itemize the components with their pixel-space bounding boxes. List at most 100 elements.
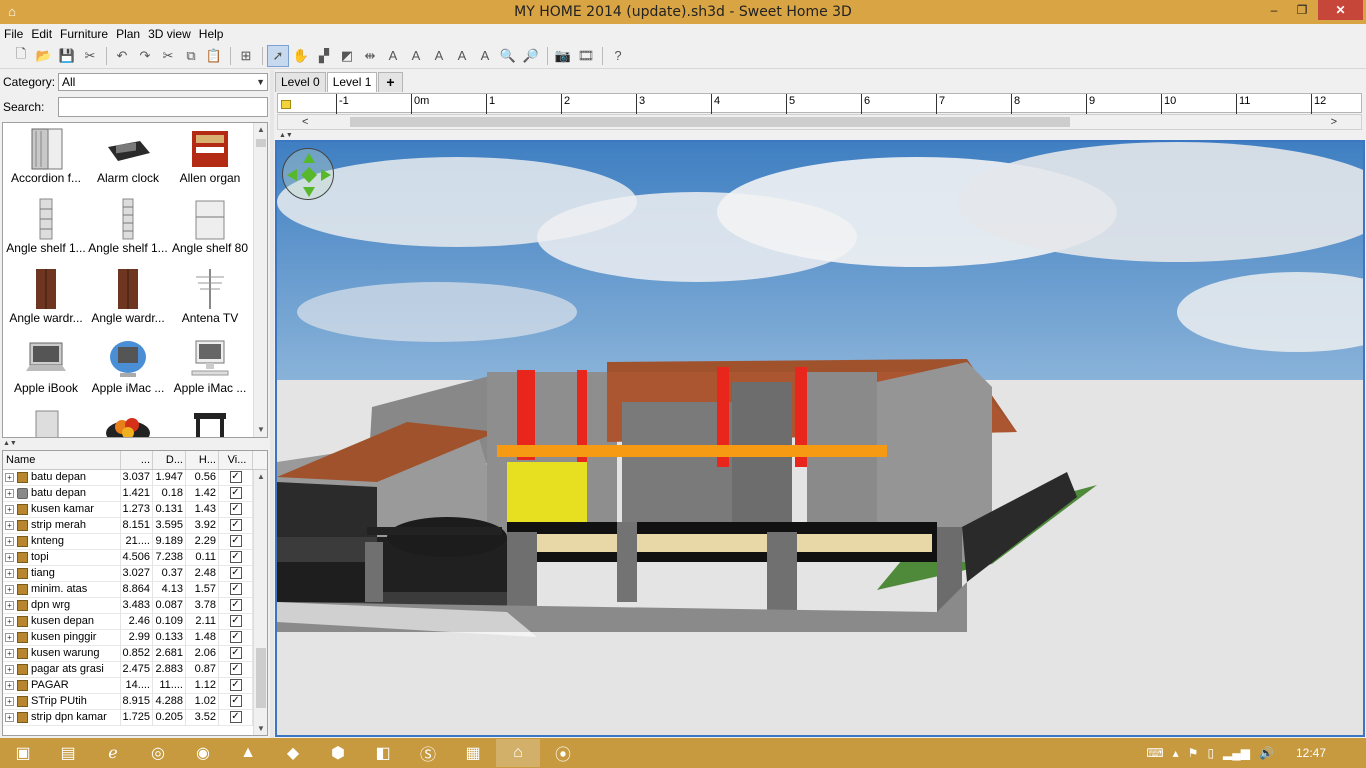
catalog-item[interactable]: Angle shelf 1... xyxy=(87,193,169,263)
create-video-icon[interactable]: 🎞 xyxy=(575,45,597,67)
menu-3d-view[interactable]: 3D view xyxy=(148,27,191,41)
italic-text-icon[interactable]: A xyxy=(474,45,496,67)
visible-checkbox[interactable]: ✓ xyxy=(229,534,242,547)
catalog-item[interactable]: Angle shelf 80 xyxy=(169,193,251,263)
visible-checkbox[interactable]: ✓ xyxy=(229,646,242,659)
table-row[interactable]: + PAGAR 14.... 11.... 1.12 ✓ xyxy=(3,677,267,694)
catalog-item[interactable]: Alarm clock xyxy=(87,123,169,193)
tab-level-1[interactable]: Level 1 xyxy=(326,72,378,92)
close-button[interactable]: ✕ xyxy=(1318,0,1363,20)
catalog-item[interactable]: Apple iBook xyxy=(5,333,87,403)
office-icon[interactable]: ◧ xyxy=(361,739,405,767)
column-header-width[interactable]: ... xyxy=(121,451,153,469)
visible-checkbox[interactable]: ✓ xyxy=(229,598,242,611)
minimize-button[interactable]: – xyxy=(1260,0,1288,20)
expand-icon[interactable]: + xyxy=(5,489,14,498)
catalog-item[interactable]: Antena TV xyxy=(169,263,251,333)
cut-icon[interactable]: ✂ xyxy=(157,45,179,67)
table-row[interactable]: + kusen pinggir 2.99 0.133 1.48 ✓ xyxy=(3,629,267,646)
plan-splitter[interactable]: ▲▼ xyxy=(279,132,293,139)
visible-checkbox[interactable]: ✓ xyxy=(229,710,242,723)
apowersoft-icon[interactable]: ⦿ xyxy=(541,739,585,767)
volume-icon[interactable]: 🔊 xyxy=(1259,746,1274,760)
create-photo-icon[interactable]: 📷 xyxy=(552,45,574,67)
visible-checkbox[interactable]: ✓ xyxy=(229,662,242,675)
navigation-arrows-icon[interactable] xyxy=(282,148,334,200)
sweet-home-3d-icon[interactable]: ⌂ xyxy=(496,739,540,767)
create-dimensions-icon[interactable]: ⇹ xyxy=(359,45,381,67)
scroll-up-icon[interactable]: ▲ xyxy=(254,123,267,137)
decrease-text-icon[interactable]: A xyxy=(428,45,450,67)
chrome-icon[interactable]: ◉ xyxy=(181,739,225,767)
expand-icon[interactable]: + xyxy=(5,521,14,530)
catalog-item[interactable]: Apple iMac ... xyxy=(169,333,251,403)
scroll-down-icon[interactable]: ▼ xyxy=(254,423,267,437)
kaspersky-icon[interactable]: ⬢ xyxy=(316,739,360,767)
table-row[interactable]: + batu depan 3.037 1.947 0.56 ✓ xyxy=(3,469,267,486)
table-row[interactable]: + STrip PUtih 8.915 4.288 1.02 ✓ xyxy=(3,693,267,710)
create-rooms-icon[interactable]: ◩ xyxy=(336,45,358,67)
expand-icon[interactable]: + xyxy=(5,681,14,690)
visible-checkbox[interactable]: ✓ xyxy=(229,614,242,627)
expand-icon[interactable]: + xyxy=(5,601,14,610)
visible-checkbox[interactable]: ✓ xyxy=(229,502,242,515)
copy-icon[interactable]: ⧉ xyxy=(180,45,202,67)
flag-icon[interactable]: ⚑ xyxy=(1188,746,1199,760)
catalog-item[interactable]: Apple iMac ... xyxy=(87,333,169,403)
help-icon[interactable]: ? xyxy=(607,45,629,67)
table-scrollbar[interactable]: ▲ ▼ xyxy=(253,470,267,735)
expand-icon[interactable]: + xyxy=(5,569,14,578)
table-row[interactable]: + kusen kamar 1.273 0.131 1.43 ✓ xyxy=(3,501,267,518)
firefox-icon[interactable]: ◎ xyxy=(136,739,180,767)
catalog-item[interactable]: Allen organ xyxy=(169,123,251,193)
create-walls-icon[interactable]: ▞ xyxy=(313,45,335,67)
expand-icon[interactable]: + xyxy=(5,617,14,626)
expand-icon[interactable]: + xyxy=(5,505,14,514)
scroll-thumb[interactable] xyxy=(256,648,266,708)
catalog-item[interactable] xyxy=(87,403,169,437)
scroll-down-icon[interactable]: ▼ xyxy=(254,722,267,735)
expand-icon[interactable]: + xyxy=(5,473,14,482)
table-row[interactable]: + batu depan 1.421 0.18 1.42 ✓ xyxy=(3,485,267,502)
menu-help[interactable]: Help xyxy=(199,27,224,41)
search-input[interactable] xyxy=(58,97,268,117)
visible-checkbox[interactable]: ✓ xyxy=(229,486,242,499)
menu-plan[interactable]: Plan xyxy=(116,27,140,41)
select-mode-icon[interactable]: ➚ xyxy=(267,44,289,67)
cut-prefs-icon[interactable]: ✂ xyxy=(79,45,101,67)
clock[interactable]: 12:47 xyxy=(1296,746,1326,760)
column-header-depth[interactable]: D... xyxy=(153,451,186,469)
3d-view[interactable] xyxy=(275,140,1365,737)
catalog-item[interactable]: Accordion f... xyxy=(5,123,87,193)
menu-file[interactable]: File xyxy=(4,27,23,41)
panel-splitter[interactable]: ▲▼ xyxy=(0,440,270,448)
menu-edit[interactable]: Edit xyxy=(31,27,52,41)
keyboard-icon[interactable]: ⌨ xyxy=(1146,746,1163,760)
visible-checkbox[interactable]: ✓ xyxy=(229,566,242,579)
table-row[interactable]: + dpn wrg 3.483 0.087 3.78 ✓ xyxy=(3,597,267,614)
visible-checkbox[interactable]: ✓ xyxy=(229,694,242,707)
redo-icon[interactable]: ↷ xyxy=(134,45,156,67)
table-row[interactable]: + kusen warung 0.852 2.681 2.06 ✓ xyxy=(3,645,267,662)
visible-checkbox[interactable]: ✓ xyxy=(229,582,242,595)
add-level-button[interactable]: + xyxy=(378,72,403,92)
expand-icon[interactable]: + xyxy=(5,697,14,706)
menu-furniture[interactable]: Furniture xyxy=(60,27,108,41)
scroll-up-icon[interactable]: ▲ xyxy=(254,470,267,484)
save-icon[interactable]: 💾 xyxy=(56,45,78,67)
table-row[interactable]: + strip dpn kamar 1.725 0.205 3.52 ✓ xyxy=(3,709,267,726)
battery-icon[interactable]: ▯ xyxy=(1207,746,1214,760)
maximize-button[interactable]: ❐ xyxy=(1288,0,1316,20)
file-explorer-icon[interactable]: ▣ xyxy=(1,739,45,767)
expand-icon[interactable]: + xyxy=(5,713,14,722)
scroll-thumb[interactable] xyxy=(256,139,266,147)
visible-checkbox[interactable]: ✓ xyxy=(229,470,242,483)
catalog-scrollbar[interactable]: ▲ ▼ xyxy=(253,123,267,437)
category-select[interactable]: All ▼ xyxy=(58,73,268,91)
add-text-icon[interactable]: A xyxy=(382,45,404,67)
zoom-out-icon[interactable]: 🔎 xyxy=(520,45,542,67)
internet-explorer-icon[interactable]: ℯ xyxy=(91,739,135,767)
visible-checkbox[interactable]: ✓ xyxy=(229,678,242,691)
catalog-item[interactable]: Angle shelf 1... xyxy=(5,193,87,263)
table-row[interactable]: + topi 4.506 7.238 0.11 ✓ xyxy=(3,549,267,566)
